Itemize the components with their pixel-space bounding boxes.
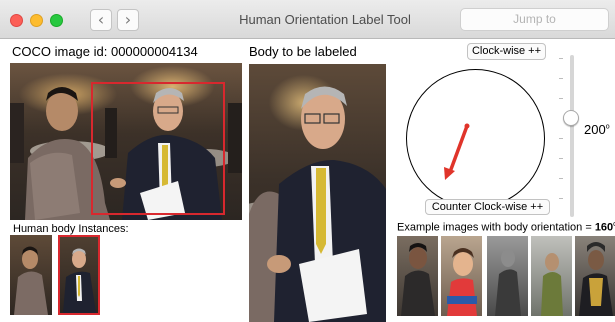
chevron-right-icon[interactable]: › xyxy=(117,9,139,31)
selected-body-bbox xyxy=(91,82,225,215)
image-id-label: COCO image id: 000000004134 xyxy=(12,44,198,59)
example-image-5 xyxy=(575,236,615,316)
clockwise-button[interactable]: Clock-wise ++ xyxy=(467,43,546,60)
counter-clockwise-button[interactable]: Counter Clock-wise ++ xyxy=(425,199,550,215)
window-title: Human Orientation Label Tool xyxy=(239,12,411,27)
slider-tick xyxy=(559,98,563,99)
examples-label: Example images with body orientation = 1… xyxy=(397,221,615,234)
instance-thumbnail-2[interactable] xyxy=(58,235,100,315)
minimize-window-button[interactable] xyxy=(30,14,43,27)
slider-tick xyxy=(559,138,563,139)
jump-to-input[interactable]: Jump to xyxy=(460,8,609,31)
angle-readout: 200o xyxy=(584,122,610,137)
title-bar: ‹ › Human Orientation Label Tool Jump to xyxy=(0,0,615,39)
zoom-window-button[interactable] xyxy=(50,14,63,27)
example-image-4 xyxy=(531,236,572,316)
orientation-dial[interactable] xyxy=(405,68,546,209)
instances-label: Human body Instances: xyxy=(13,223,129,235)
angle-slider-track[interactable] xyxy=(570,55,574,217)
slider-tick xyxy=(559,158,563,159)
slider-tick xyxy=(559,78,563,79)
angle-slider-thumb[interactable] xyxy=(563,110,579,126)
coco-image[interactable] xyxy=(10,63,242,220)
body-to-label-heading: Body to be labeled xyxy=(249,44,357,59)
slider-tick xyxy=(559,198,563,199)
example-image-3 xyxy=(487,236,528,316)
instance-thumbnail-1[interactable] xyxy=(10,235,52,315)
chevron-left-icon[interactable]: ‹ xyxy=(90,9,112,31)
slider-tick xyxy=(559,58,563,59)
body-crop-image xyxy=(249,64,386,322)
example-image-2 xyxy=(441,236,482,316)
example-image-1 xyxy=(397,236,438,316)
slider-tick xyxy=(559,178,563,179)
close-window-button[interactable] xyxy=(10,14,23,27)
